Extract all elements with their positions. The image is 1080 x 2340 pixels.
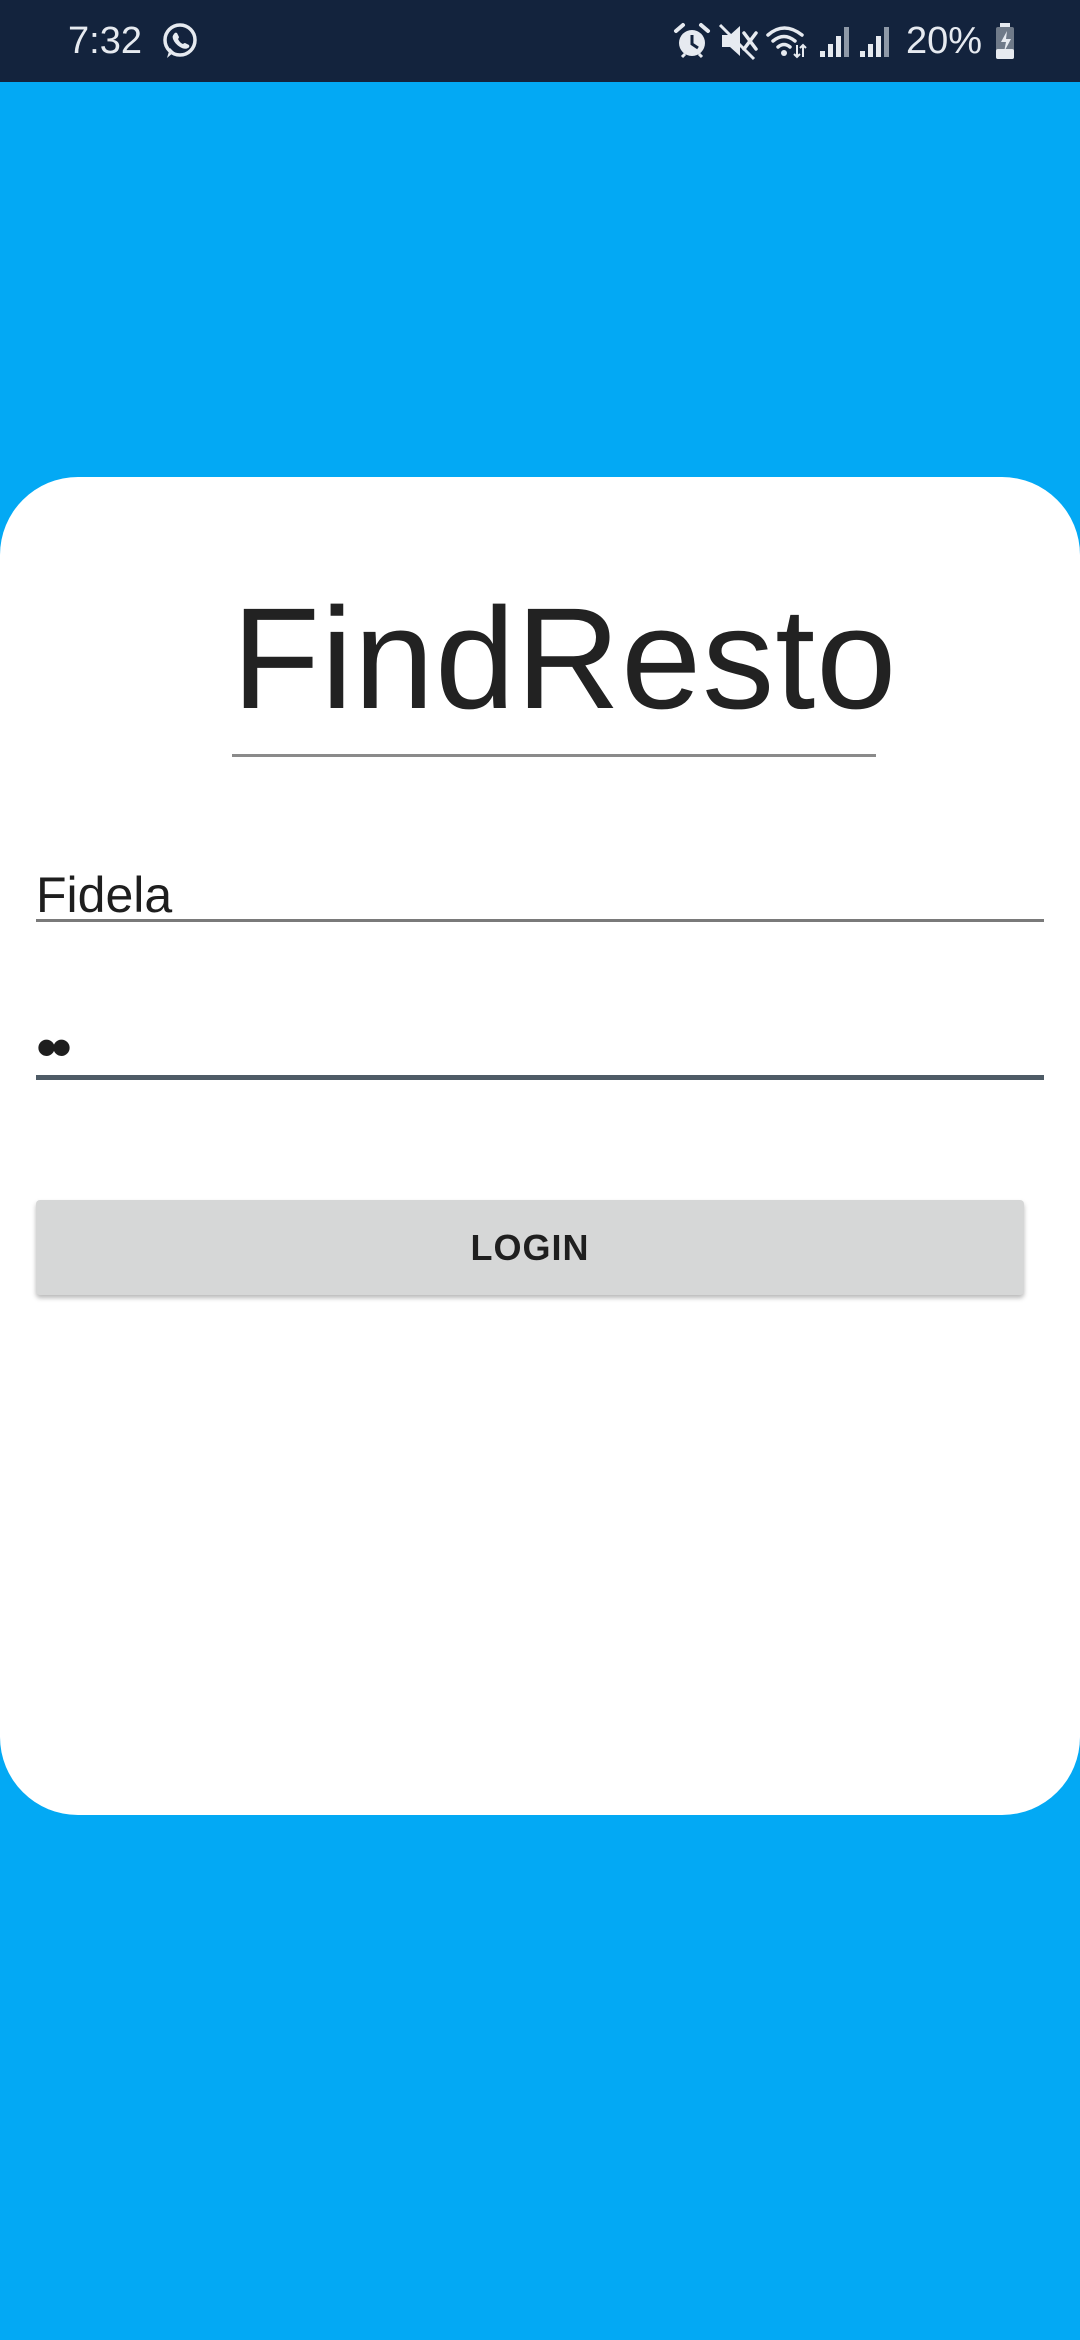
password-field[interactable]: ••: [36, 1002, 1044, 1112]
mute-icon: [718, 23, 758, 61]
signal-icon: [860, 27, 889, 57]
signal-icon: [820, 27, 849, 57]
username-value: Fidela: [36, 867, 173, 923]
battery-charging-icon: [996, 23, 1014, 59]
wifi-icon: [766, 26, 807, 59]
status-time: 7:32: [68, 20, 142, 62]
title-divider: [232, 754, 876, 757]
username-underline: [36, 919, 1044, 922]
app-title: FindResto: [232, 578, 898, 739]
login-button[interactable]: LOGIN: [36, 1200, 1024, 1295]
login-card: FindResto Fidela •• LOGIN: [0, 477, 1080, 1815]
whatsapp-icon: [163, 23, 197, 58]
battery-percent: 20%: [906, 20, 983, 62]
username-field[interactable]: Fidela: [36, 845, 1044, 955]
alarm-icon: [674, 23, 710, 59]
password-value: ••: [36, 1014, 72, 1081]
password-underline: [36, 1075, 1044, 1080]
status-bar: 7:32 20%: [0, 0, 1080, 82]
